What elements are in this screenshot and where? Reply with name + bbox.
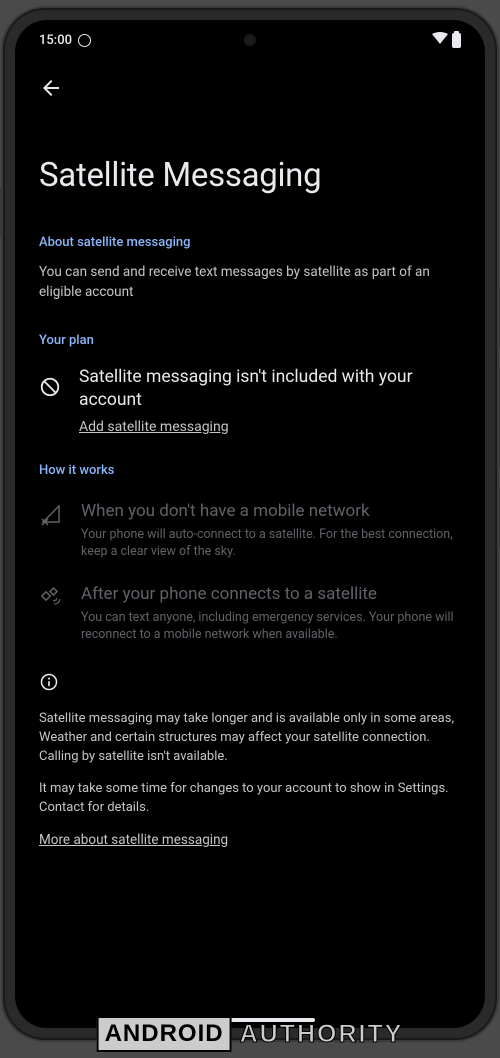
arrow-back-icon	[39, 76, 63, 100]
camera-cutout	[244, 34, 256, 46]
wifi-icon	[432, 32, 448, 48]
back-button[interactable]	[39, 60, 461, 112]
how-item: When you don't have a mobile network You…	[39, 500, 461, 561]
more-about-link[interactable]: More about satellite messaging	[39, 832, 228, 848]
section-header-about: About satellite messaging	[39, 235, 461, 250]
how-item-desc: Your phone will auto-connect to a satell…	[81, 526, 461, 561]
plan-status-title: Satellite messaging isn't included with …	[79, 366, 461, 413]
disclaimer-text: It may take some time for changes to you…	[39, 780, 461, 818]
no-signal-icon	[39, 502, 63, 530]
status-time: 15:00	[39, 33, 72, 48]
satellite-icon	[39, 585, 63, 613]
about-text: You can send and receive text messages b…	[39, 262, 461, 303]
how-item-title: After your phone connects to a satellite	[81, 583, 461, 605]
battery-icon	[452, 33, 461, 48]
page-title: Satellite Messaging	[39, 156, 461, 195]
phone-frame: 15:00 Satellite Messaging About satellit…	[3, 8, 497, 1040]
dnd-icon	[78, 34, 91, 47]
how-item: After your phone connects to a satellite…	[39, 583, 461, 644]
watermark-part1: ANDROID	[97, 1016, 232, 1052]
section-header-plan: Your plan	[39, 333, 461, 348]
not-included-icon	[39, 376, 61, 402]
info-icon	[39, 672, 461, 696]
watermark: ANDROID AUTHORITY	[97, 1016, 404, 1052]
how-item-title: When you don't have a mobile network	[81, 500, 461, 522]
add-satellite-link[interactable]: Add satellite messaging	[79, 419, 229, 435]
section-header-how: How it works	[39, 463, 461, 478]
side-button	[0, 188, 3, 238]
watermark-part2: AUTHORITY	[240, 1020, 404, 1049]
how-item-desc: You can text anyone, including emergency…	[81, 609, 461, 644]
plan-status-block: Satellite messaging isn't included with …	[39, 366, 461, 435]
disclaimer-text: Satellite messaging may take longer and …	[39, 710, 461, 767]
screen: 15:00 Satellite Messaging About satellit…	[15, 20, 485, 1028]
